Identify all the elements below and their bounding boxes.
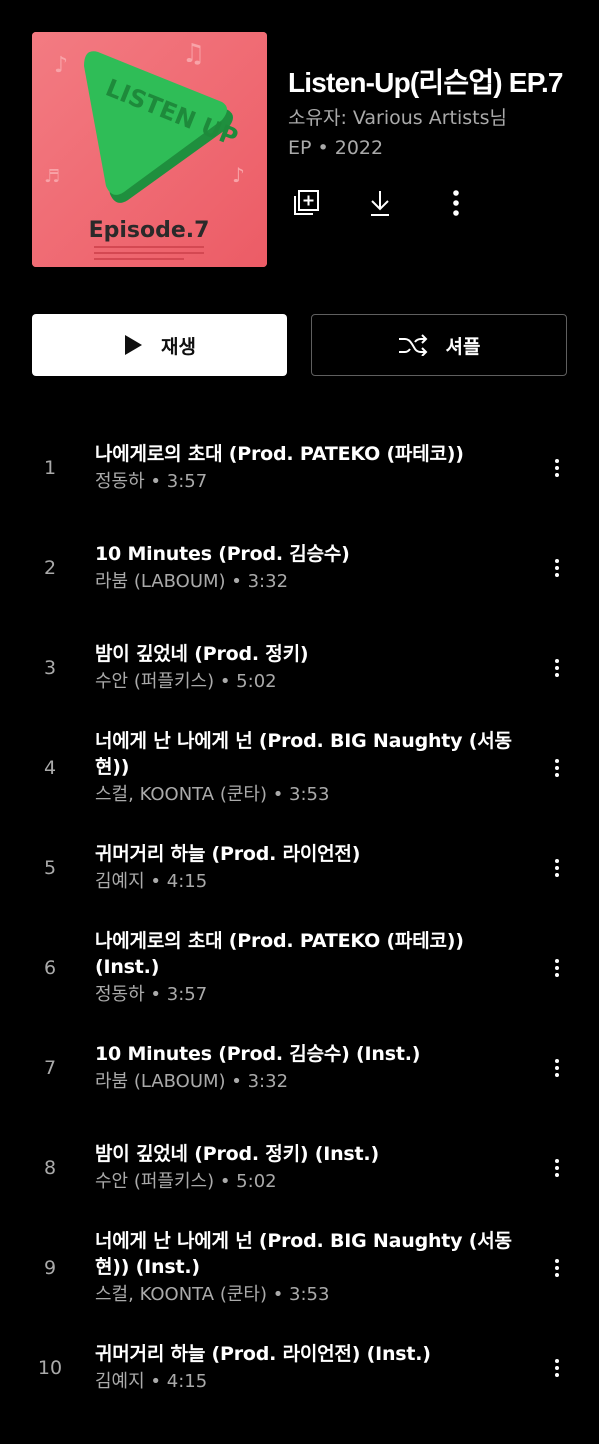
track-row[interactable]: 4 너에게 난 나에게 넌 (Prod. BIG Naughty (서동현)) … bbox=[0, 718, 599, 818]
album-title: Listen-Up(리슨업) EP.7 bbox=[288, 67, 564, 98]
track-more-button[interactable] bbox=[547, 952, 567, 984]
track-row[interactable]: 9 너에게 난 나에게 넌 (Prod. BIG Naughty (서동현)) … bbox=[0, 1218, 599, 1318]
track-artist-duration: 라붐 (LABOUM) • 3:32 bbox=[95, 1070, 289, 1092]
download-icon bbox=[371, 191, 389, 216]
track-more-button[interactable] bbox=[547, 1152, 567, 1184]
track-number: 2 bbox=[43, 557, 57, 579]
track-title: 밤이 깊었네 (Prod. 정키) bbox=[95, 642, 309, 665]
track-title: 나에게로의 초대 (Prod. PATEKO (파테코)) (Inst.) bbox=[95, 929, 464, 978]
more-vert-icon bbox=[555, 659, 559, 677]
play-button-label: 재생 bbox=[161, 335, 196, 358]
play-icon bbox=[125, 335, 143, 355]
more-vert-icon bbox=[555, 959, 559, 977]
track-artist-duration: 수안 (퍼플키스) • 5:02 bbox=[95, 670, 277, 692]
download-button[interactable] bbox=[362, 185, 398, 221]
more-vert-icon bbox=[555, 559, 559, 577]
track-number: 1 bbox=[43, 457, 57, 479]
track-row[interactable]: 3 밤이 깊었네 (Prod. 정키) 수안 (퍼플키스) • 5:02 bbox=[0, 618, 599, 718]
save-to-library-button[interactable] bbox=[288, 185, 324, 221]
more-vert-icon bbox=[555, 1259, 559, 1277]
track-info: 너에게 난 나에게 넌 (Prod. BIG Naughty (서동현)) 스컬… bbox=[95, 718, 515, 818]
track-info: 10 Minutes (Prod. 김승수) (Inst.) 라붐 (LABOU… bbox=[95, 1018, 515, 1118]
track-number: 6 bbox=[43, 957, 57, 979]
track-info: 귀머거리 하늘 (Prod. 라이언전) (Inst.) 김예지 • 4:15 bbox=[95, 1318, 515, 1418]
track-row[interactable]: 7 10 Minutes (Prod. 김승수) (Inst.) 라붐 (LAB… bbox=[0, 1018, 599, 1118]
track-row[interactable]: 5 귀머거리 하늘 (Prod. 라이언전) 김예지 • 4:15 bbox=[0, 818, 599, 918]
track-artist-duration: 스컬, KOONTA (쿤타) • 3:53 bbox=[95, 1283, 330, 1305]
track-info: 10 Minutes (Prod. 김승수) 라붐 (LABOUM) • 3:3… bbox=[95, 518, 515, 618]
more-vert-icon bbox=[555, 459, 559, 477]
track-number: 10 bbox=[37, 1357, 63, 1379]
svg-text:♪: ♪ bbox=[54, 53, 68, 78]
svg-text:♫: ♫ bbox=[182, 39, 205, 69]
svg-text:♬: ♬ bbox=[44, 166, 60, 187]
track-title: 밤이 깊었네 (Prod. 정키) (Inst.) bbox=[95, 1142, 379, 1165]
album-more-button[interactable] bbox=[438, 185, 474, 221]
track-artist-duration: 정동하 • 3:57 bbox=[95, 470, 208, 492]
track-title: 귀머거리 하늘 (Prod. 라이언전) (Inst.) bbox=[95, 1342, 431, 1365]
track-number: 8 bbox=[43, 1157, 57, 1179]
track-info: 밤이 깊었네 (Prod. 정키) 수안 (퍼플키스) • 5:02 bbox=[95, 618, 515, 718]
track-info: 나에게로의 초대 (Prod. PATEKO (파테코)) 정동하 • 3:57 bbox=[95, 418, 515, 518]
track-list: 1 나에게로의 초대 (Prod. PATEKO (파테코)) 정동하 • 3:… bbox=[0, 418, 599, 1418]
more-vert-icon bbox=[453, 190, 459, 216]
track-row[interactable]: 1 나에게로의 초대 (Prod. PATEKO (파테코)) 정동하 • 3:… bbox=[0, 418, 599, 518]
track-number: 3 bbox=[43, 657, 57, 679]
track-more-button[interactable] bbox=[547, 852, 567, 884]
album-meta: EP • 2022 bbox=[288, 137, 384, 159]
more-vert-icon bbox=[555, 1159, 559, 1177]
track-row[interactable]: 8 밤이 깊었네 (Prod. 정키) (Inst.) 수안 (퍼플키스) • … bbox=[0, 1118, 599, 1218]
track-artist-duration: 라붐 (LABOUM) • 3:32 bbox=[95, 570, 289, 592]
track-info: 너에게 난 나에게 넌 (Prod. BIG Naughty (서동현)) (I… bbox=[95, 1218, 515, 1318]
track-artist-duration: 스컬, KOONTA (쿤타) • 3:53 bbox=[95, 783, 330, 805]
svg-text:♪: ♪ bbox=[232, 163, 245, 187]
track-title: 나에게로의 초대 (Prod. PATEKO (파테코)) bbox=[95, 442, 464, 465]
track-more-button[interactable] bbox=[547, 1252, 567, 1284]
track-title: 너에게 난 나에게 넌 (Prod. BIG Naughty (서동현)) (I… bbox=[95, 1229, 512, 1278]
track-row[interactable]: 10 귀머거리 하늘 (Prod. 라이언전) (Inst.) 김예지 • 4:… bbox=[0, 1318, 599, 1418]
add-to-library-icon bbox=[294, 190, 319, 215]
track-title: 10 Minutes (Prod. 김승수) (Inst.) bbox=[95, 1042, 421, 1065]
track-info: 밤이 깊었네 (Prod. 정키) (Inst.) 수안 (퍼플키스) • 5:… bbox=[95, 1118, 515, 1218]
more-vert-icon bbox=[555, 859, 559, 877]
track-row[interactable]: 2 10 Minutes (Prod. 김승수) 라붐 (LABOUM) • 3… bbox=[0, 518, 599, 618]
track-title: 너에게 난 나에게 넌 (Prod. BIG Naughty (서동현)) bbox=[95, 729, 512, 778]
shuffle-button[interactable]: 셔플 bbox=[311, 314, 567, 376]
track-more-button[interactable] bbox=[547, 1352, 567, 1384]
track-row[interactable]: 6 나에게로의 초대 (Prod. PATEKO (파테코)) (Inst.) … bbox=[0, 918, 599, 1018]
more-vert-icon bbox=[555, 1059, 559, 1077]
track-more-button[interactable] bbox=[547, 452, 567, 484]
track-title: 10 Minutes (Prod. 김승수) bbox=[95, 542, 350, 565]
track-number: 7 bbox=[43, 1057, 57, 1079]
track-number: 9 bbox=[43, 1257, 57, 1279]
more-vert-icon bbox=[555, 1359, 559, 1377]
track-more-button[interactable] bbox=[547, 652, 567, 684]
more-vert-icon bbox=[555, 759, 559, 777]
track-info: 나에게로의 초대 (Prod. PATEKO (파테코)) (Inst.) 정동… bbox=[95, 918, 515, 1018]
track-more-button[interactable] bbox=[547, 752, 567, 784]
album-cover: ♪ ♫ ♪ ♬ LISTEN UP Episode.7 bbox=[32, 32, 267, 267]
album-owner[interactable]: 소유자: Various Artists님 bbox=[288, 105, 507, 131]
track-number: 5 bbox=[43, 857, 57, 879]
track-artist-duration: 수안 (퍼플키스) • 5:02 bbox=[95, 1170, 277, 1192]
shuffle-button-label: 셔플 bbox=[445, 335, 481, 358]
album-cover-art: ♪ ♫ ♪ ♬ LISTEN UP Episode.7 bbox=[32, 32, 267, 267]
cover-episode-text: Episode.7 bbox=[89, 218, 210, 243]
track-info: 귀머거리 하늘 (Prod. 라이언전) 김예지 • 4:15 bbox=[95, 818, 515, 918]
track-artist-duration: 김예지 • 4:15 bbox=[95, 870, 208, 892]
track-more-button[interactable] bbox=[547, 1052, 567, 1084]
track-artist-duration: 김예지 • 4:15 bbox=[95, 1370, 208, 1392]
track-number: 4 bbox=[43, 757, 57, 779]
shuffle-icon bbox=[398, 334, 427, 356]
track-artist-duration: 정동하 • 3:57 bbox=[95, 983, 208, 1005]
track-title: 귀머거리 하늘 (Prod. 라이언전) bbox=[95, 842, 361, 865]
track-more-button[interactable] bbox=[547, 552, 567, 584]
play-button[interactable]: 재생 bbox=[32, 314, 287, 376]
